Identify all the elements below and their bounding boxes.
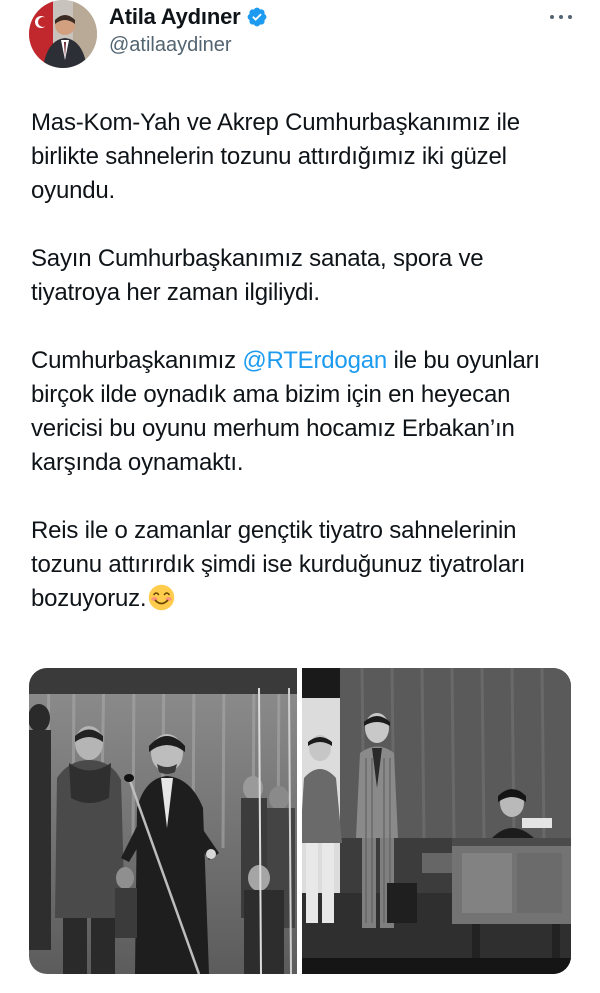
tweet-paragraph: Cumhurbaşkanımız @RTErdogan ile bu oyunl… [31,344,576,480]
paragraph-text: Reis ile o zamanlar gençtik tiyatro sahn… [31,517,526,612]
photo-stage-desk[interactable] [302,668,571,974]
photo-stage-desk-image [302,668,571,974]
tweet-header: Atila Aydıner @atilaaydiner [0,0,600,80]
tweet-paragraph: Reis ile o zamanlar gençtik tiyatro sahn… [31,514,576,616]
user-handle[interactable]: @atilaaydiner [109,34,232,57]
more-options-icon[interactable] [548,10,574,24]
tweet-paragraph: Mas-Kom-Yah ve Akrep Cumhurbaşkanımız il… [31,109,520,204]
tweet-paragraph: Sayın Cumhurbaşkanımız sanata, spora ve … [31,245,484,306]
smiling-face-icon [149,584,175,611]
paragraph-text: Cumhurbaşkanımız [31,347,243,374]
display-name[interactable]: Atila Aydıner [109,4,241,30]
avatar-image [29,0,97,68]
media-grid [29,668,571,974]
verified-badge-icon [248,7,267,27]
mention-link[interactable]: @RTErdogan [242,347,387,374]
photo-stage-microphone-image [29,668,297,974]
avatar[interactable] [29,0,97,68]
tweet-text: Mas-Kom-Yah ve Akrep Cumhurbaşkanımız il… [31,106,576,616]
photo-stage-microphone[interactable] [29,668,297,974]
name-row: Atila Aydıner [109,2,268,32]
